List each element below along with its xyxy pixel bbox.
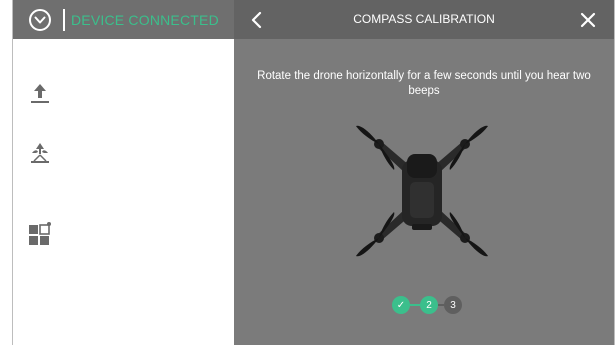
apps-grid-icon[interactable] (27, 220, 53, 246)
close-icon (580, 12, 596, 28)
upload-icon[interactable] (27, 80, 53, 106)
chevron-left-icon (251, 11, 262, 29)
drone-return-icon[interactable] (27, 140, 53, 166)
step-label: 2 (426, 299, 432, 311)
panel-header: COMPASS CALIBRATION (234, 0, 614, 39)
connection-status-text: DEVICE CONNECTED (71, 11, 219, 28)
connection-status-bar: DEVICE CONNECTED (13, 0, 234, 39)
step-indicator-current: 2 (420, 296, 438, 314)
panel-title: COMPASS CALIBRATION (353, 12, 495, 26)
chevron-circle-icon[interactable] (29, 8, 51, 31)
status-divider (63, 8, 65, 31)
step-indicator-pending: 3 (444, 296, 462, 314)
drone-illustration (356, 125, 488, 257)
back-button[interactable] (250, 11, 264, 29)
step-label: ✓ (396, 299, 406, 311)
step-indicator-done: ✓ (392, 296, 410, 314)
calibration-panel: COMPASS CALIBRATION Rotate the drone hor… (234, 0, 614, 345)
close-button[interactable] (580, 12, 596, 28)
step-label: 3 (450, 299, 456, 311)
sidebar (13, 39, 234, 345)
calibration-steps: ✓ 2 3 (392, 296, 462, 314)
calibration-instruction: Rotate the drone horizontally for a few … (257, 70, 591, 97)
